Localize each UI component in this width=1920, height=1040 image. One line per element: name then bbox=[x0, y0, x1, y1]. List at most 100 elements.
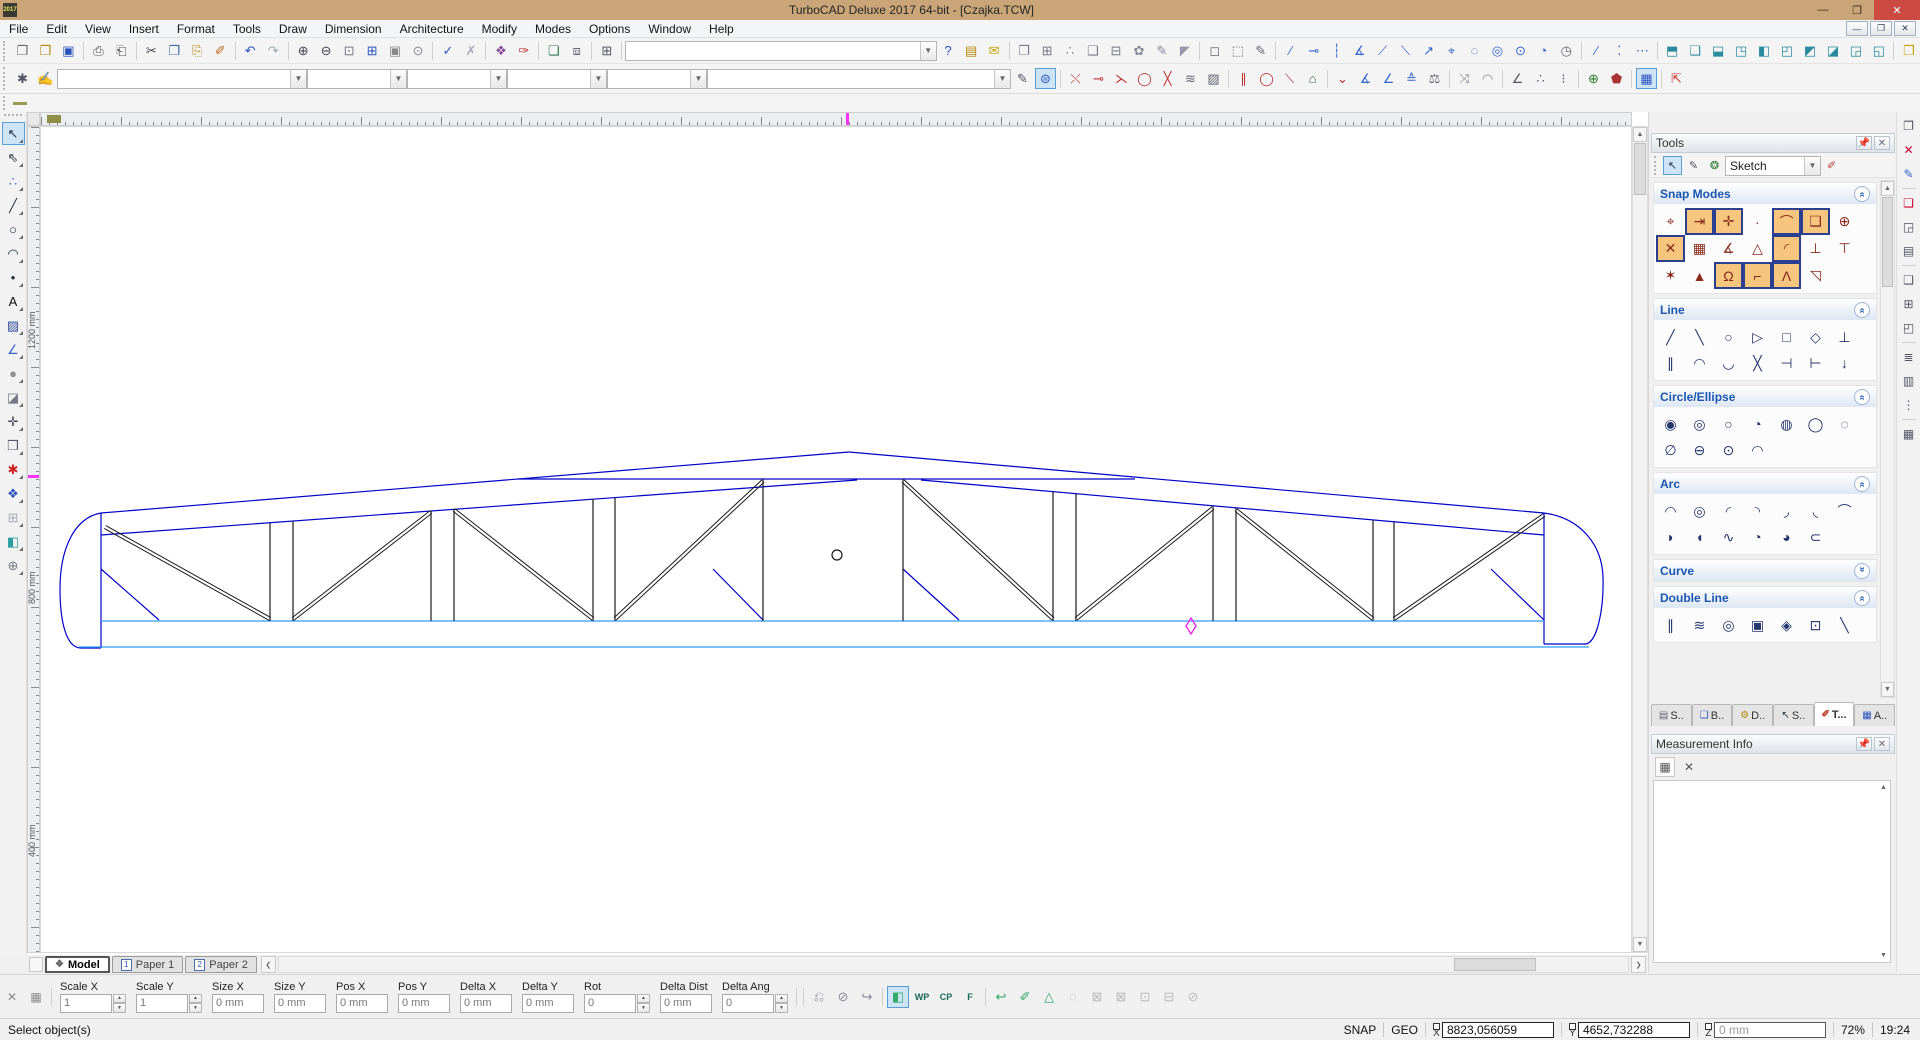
edit-trim-icon[interactable]: ⤬ bbox=[1065, 68, 1086, 89]
palette-pen-icon[interactable]: ✎ bbox=[1684, 156, 1703, 175]
circle-center-radius-icon[interactable]: ◉ bbox=[1656, 411, 1685, 437]
menu-view[interactable]: View bbox=[76, 21, 120, 37]
spinner-up-icon[interactable]: ▲ bbox=[113, 994, 126, 1004]
chevron-down-icon[interactable]: ▼ bbox=[690, 70, 706, 88]
snap-ellipse-icon[interactable]: ◔ bbox=[1533, 40, 1554, 61]
snap-arc-center-icon[interactable]: ⌒ bbox=[1772, 208, 1801, 235]
pick-pen-icon[interactable]: ✎ bbox=[1250, 40, 1271, 61]
color-swatches-icon[interactable]: ◧ bbox=[2, 530, 25, 553]
line-single-icon[interactable]: ╱ bbox=[1656, 324, 1685, 350]
tab-scroll-right[interactable]: ❯ bbox=[1631, 956, 1646, 973]
edit-split-icon[interactable]: ⋋ bbox=[1111, 68, 1132, 89]
brush-pick-icon[interactable]: ✐ bbox=[1014, 986, 1036, 1008]
snap-vertex-icon[interactable]: ✛ bbox=[1714, 208, 1743, 235]
line-rotated-rectangle-icon[interactable]: ◇ bbox=[1801, 324, 1830, 350]
chevron-down-icon[interactable]: ▼ bbox=[994, 70, 1010, 88]
x-coordinate-field[interactable]: 8823,056059 bbox=[1442, 1022, 1554, 1038]
paste-icon[interactable]: ⎘ bbox=[187, 40, 208, 61]
send-mail-icon[interactable]: ✉ bbox=[984, 40, 1005, 61]
menu-tools[interactable]: Tools bbox=[224, 21, 270, 37]
text-tool-icon[interactable]: A bbox=[2, 290, 25, 313]
menu-modes[interactable]: Modes bbox=[526, 21, 580, 37]
node-col-icon[interactable]: ⁝ bbox=[1553, 68, 1574, 89]
chevron-up-icon[interactable]: « bbox=[1854, 302, 1870, 318]
vertical-scroll-thumb[interactable] bbox=[1634, 143, 1646, 195]
snap-line-icon[interactable]: ∕ bbox=[1280, 40, 1301, 61]
iso-view-6-icon[interactable]: ◰ bbox=[1777, 40, 1798, 61]
field-input[interactable]: 0 mm bbox=[336, 994, 388, 1013]
circle-tan-to-3-icon[interactable]: ◌ bbox=[1830, 411, 1859, 437]
snap-node-icon[interactable]: ⊙ bbox=[1510, 40, 1531, 61]
dline-polygon-icon[interactable]: ◎ bbox=[1714, 612, 1743, 638]
point-dot-icon[interactable]: ⁚ bbox=[1609, 40, 1630, 61]
circle-tan-to-2-icon[interactable]: ◯ bbox=[1801, 411, 1830, 437]
spinner-down-icon[interactable]: ▼ bbox=[775, 1003, 788, 1013]
chevron-down-icon[interactable]: ▼ bbox=[490, 70, 506, 88]
menu-draw[interactable]: Draw bbox=[270, 21, 316, 37]
arc-concentric-icon[interactable]: ◎ bbox=[1685, 498, 1714, 524]
zoom-page-icon[interactable]: ▣ bbox=[385, 40, 406, 61]
tab-tools[interactable]: ✐T... bbox=[1814, 702, 1855, 726]
snap-slope-icon[interactable]: ⟋ bbox=[1372, 40, 1393, 61]
frame-sq-icon[interactable]: ⊡ bbox=[1134, 986, 1156, 1008]
snap-cross-icon[interactable]: ┆ bbox=[1326, 40, 1347, 61]
frame-x-icon[interactable]: ⊠ bbox=[1110, 986, 1132, 1008]
properties-icon[interactable]: ⊞ bbox=[596, 40, 617, 61]
tab-paper-2[interactable]: 2Paper 2 bbox=[185, 956, 257, 973]
snap-nearest-icon[interactable]: ⇥ bbox=[1685, 208, 1714, 235]
pick-frame-icon[interactable]: ⬚ bbox=[1227, 40, 1248, 61]
y-coordinate-field[interactable]: 4652,732288 bbox=[1578, 1022, 1690, 1038]
drop-line-icon[interactable]: ⌄ bbox=[1332, 68, 1353, 89]
arc-ellipse-icon[interactable]: ◔ bbox=[1743, 524, 1772, 550]
dline-multiline-icon[interactable]: ≋ bbox=[1685, 612, 1714, 638]
line-tangent-from-arc-icon[interactable]: ◡ bbox=[1714, 350, 1743, 376]
chevron-down-icon[interactable]: ▼ bbox=[290, 70, 306, 88]
copy-icon[interactable]: ❐ bbox=[164, 40, 185, 61]
line-polygon-icon[interactable]: ○ bbox=[1714, 324, 1743, 350]
arc-tan-to-arc-icon[interactable]: ◖ bbox=[1685, 524, 1714, 550]
cut-icon[interactable]: ✂ bbox=[141, 40, 162, 61]
copy-entity-icon[interactable]: ❐ bbox=[1014, 40, 1035, 61]
insert-block-icon[interactable]: ❏ bbox=[543, 40, 564, 61]
menu-format[interactable]: Format bbox=[168, 21, 224, 37]
open-icon[interactable]: ❒ bbox=[35, 40, 56, 61]
menu-file[interactable]: File bbox=[0, 21, 37, 37]
field-input[interactable]: 0 mm bbox=[274, 994, 326, 1013]
tab-design-director[interactable]: ⚙D.. bbox=[1732, 704, 1773, 726]
snap-clock-icon[interactable]: ◷ bbox=[1556, 40, 1577, 61]
line-multiline-icon[interactable]: ╲ bbox=[1685, 324, 1714, 350]
delete-red-icon[interactable]: ✕ bbox=[1899, 140, 1919, 160]
iso-view-7-icon[interactable]: ◩ bbox=[1800, 40, 1821, 61]
snap-ortho-icon[interactable]: ⌐ bbox=[1743, 262, 1772, 289]
frame-null-icon[interactable]: ⊘ bbox=[1182, 986, 1204, 1008]
ellipse-by-corner-icon[interactable]: ⊙ bbox=[1714, 437, 1743, 463]
snap-perp-to-icon[interactable]: ⊤ bbox=[1830, 235, 1859, 262]
field-input[interactable]: 1 bbox=[136, 994, 188, 1013]
insp-hook-icon[interactable]: ↪ bbox=[856, 986, 878, 1008]
measure-icon[interactable]: ≙ bbox=[1401, 68, 1422, 89]
print-preview-icon[interactable]: ⎗ bbox=[111, 40, 132, 61]
arc-tool-icon[interactable]: ◠ bbox=[2, 242, 25, 265]
no-frame-icon[interactable]: ⊠ bbox=[1086, 986, 1108, 1008]
chevron-up-icon[interactable]: « bbox=[1854, 389, 1870, 405]
insp-close-icon[interactable]: ✕ bbox=[2, 987, 22, 1007]
mdi-restore-button[interactable]: ❐ bbox=[1870, 21, 1892, 36]
print-icon[interactable]: ⎙ bbox=[88, 40, 109, 61]
tab-selector[interactable]: ↖S.. bbox=[1773, 704, 1814, 726]
palette-style-combo[interactable]: Sketch▼ bbox=[1725, 156, 1821, 176]
dline-perp-icon[interactable]: ╲ bbox=[1830, 612, 1859, 638]
chevron-up-icon[interactable]: « bbox=[1854, 476, 1870, 492]
line-perp-to-arc-icon[interactable]: ⊢ bbox=[1801, 350, 1830, 376]
menu-architecture[interactable]: Architecture bbox=[391, 21, 473, 37]
line-tangent-to-arc-icon[interactable]: ◠ bbox=[1685, 350, 1714, 376]
mi-scroll-down[interactable]: ▼ bbox=[1877, 949, 1890, 962]
magnetic-point-icon[interactable]: Ω bbox=[1714, 262, 1743, 289]
tab-paper-1[interactable]: 1Paper 1 bbox=[112, 956, 184, 973]
snap-facet-icon[interactable]: ▲ bbox=[1685, 262, 1714, 289]
camera-tool-icon[interactable]: ❒ bbox=[2, 434, 25, 457]
fullscreen-arrows-icon[interactable]: ⇱ bbox=[1666, 68, 1687, 89]
stamp-gray-icon[interactable]: ◌ bbox=[1062, 986, 1084, 1008]
pin-icon[interactable]: 📌 bbox=[1856, 737, 1872, 751]
more-dots-icon[interactable]: ⋮ bbox=[1899, 395, 1919, 415]
explode-icon[interactable]: ❖ bbox=[490, 40, 511, 61]
